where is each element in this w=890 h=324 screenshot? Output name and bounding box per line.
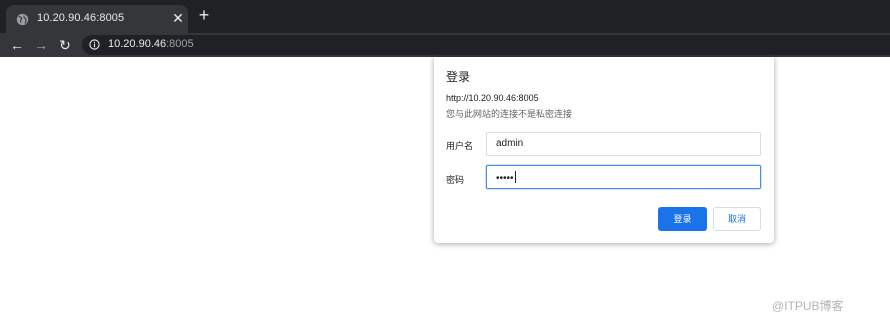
text-caret (514, 171, 516, 183)
close-tab-icon[interactable]: ✕ (171, 11, 185, 25)
auth-dialog: 登录 http://10.20.90.46:8005 您与此网站的连接不是私密连… (434, 57, 774, 243)
globe-icon (16, 13, 29, 26)
connection-warning: 您与此网站的连接不是私密连接 (446, 109, 573, 119)
address-port: :8005 (166, 38, 194, 50)
username-label: 用户名 (446, 141, 474, 151)
password-field[interactable]: ••••• (486, 165, 761, 189)
browser-tab[interactable]: 10.20.90.46:8005 ✕ (6, 5, 188, 33)
back-arrow-icon[interactable]: ← (8, 36, 26, 54)
password-value: ••••• (496, 173, 514, 184)
dialog-url: http://10.20.90.46:8005 (446, 93, 539, 103)
dialog-title: 登录 (446, 70, 471, 84)
cancel-button[interactable]: 取消 (713, 207, 761, 231)
browser-toolbar: ← → ↻ 10.20.90.46:8005 (0, 33, 890, 57)
new-tab-icon[interactable]: + (196, 6, 212, 24)
watermark: @ITPUB博客 (772, 299, 844, 313)
address-host: 10.20.90.46 (108, 38, 167, 50)
tab-strip: 10.20.90.46:8005 ✕ + (0, 0, 890, 33)
info-icon[interactable] (89, 39, 100, 50)
login-button[interactable]: 登录 (658, 207, 707, 231)
username-value: admin (496, 138, 524, 149)
forward-arrow-icon[interactable]: → (32, 36, 50, 54)
password-label: 密码 (446, 175, 465, 185)
reload-icon[interactable]: ↻ (56, 36, 74, 54)
address-bar[interactable]: 10.20.90.46:8005 (82, 35, 890, 55)
username-field[interactable]: admin (486, 132, 761, 156)
tab-title: 10.20.90.46:8005 (37, 12, 125, 24)
address-text: 10.20.90.46:8005 (108, 38, 194, 50)
